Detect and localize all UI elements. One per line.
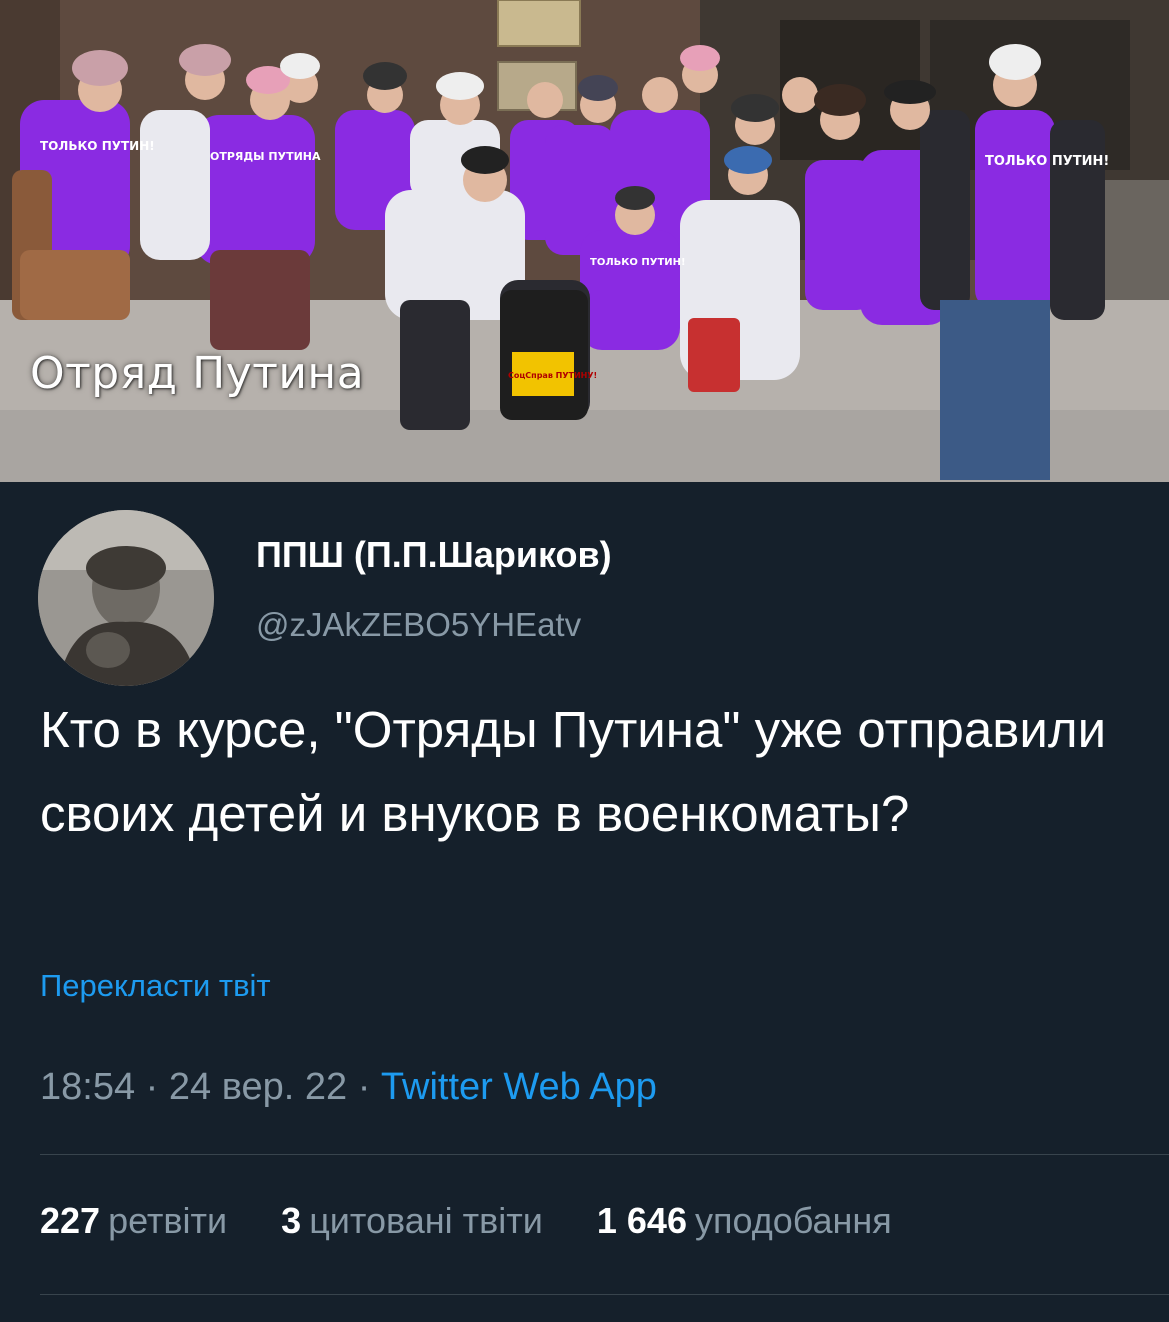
tweet-stats: 227 ретвіти 3 цитовані твіти 1 646 уподобан… xyxy=(40,1200,936,1242)
tweet-date[interactable]: 24 вер. 22 xyxy=(169,1066,347,1108)
tweet-source-link[interactable]: Twitter Web App xyxy=(381,1066,657,1108)
avatar-image xyxy=(38,510,214,686)
tweet-time[interactable]: 18:54 xyxy=(40,1066,135,1108)
meta-separator: · xyxy=(145,1066,159,1108)
display-name[interactable]: ППШ (П.П.Шариков) xyxy=(256,534,612,576)
quote-tweets-count: 3 xyxy=(281,1200,302,1241)
header-photo: ТОЛЬКО ПУТИН! ОТРЯДЫ ПУТИНА ТОЛЬКО ПУТИН… xyxy=(0,0,1169,482)
retweets-stat[interactable]: 227 ретвіти xyxy=(40,1200,227,1242)
shirt-print-text: ТОЛЬКО ПУТИН! xyxy=(40,139,155,153)
group-photo-illustration: ТОЛЬКО ПУТИН! ОТРЯДЫ ПУТИНА ТОЛЬКО ПУТИН… xyxy=(0,0,1169,482)
likes-count: 1 646 xyxy=(596,1200,687,1241)
user-handle[interactable]: @zJAkZEBO5YHEatv xyxy=(256,606,581,644)
tweet-meta: 18:54 · 24 вер. 22 · Twitter Web App xyxy=(40,1066,657,1109)
photo-caption: Отряд Путина xyxy=(30,348,365,399)
likes-label: уподобання xyxy=(694,1200,892,1241)
divider xyxy=(40,1154,1169,1155)
tweet-text: Кто в курсе, "Отряды Путина" уже отправи… xyxy=(40,701,1107,842)
tweet: ППШ (П.П.Шариков) @zJAkZEBO5YHEatv Кто в… xyxy=(0,482,1169,1322)
retweets-label: ретвіти xyxy=(108,1200,228,1241)
shirt-print-text: ТОЛЬКО ПУТИН! xyxy=(590,257,686,268)
divider xyxy=(40,1294,1169,1295)
quote-tweets-label: цитовані твіти xyxy=(309,1200,543,1241)
shirt-print-text: ТОЛЬКО ПУТИН! xyxy=(985,154,1109,169)
meta-separator: · xyxy=(357,1066,371,1108)
translate-tweet-link[interactable]: Перекласти твіт xyxy=(40,968,271,1004)
bag-print-text: СоцСправ ПУТИНУ! xyxy=(508,371,597,380)
avatar[interactable] xyxy=(38,510,214,686)
retweets-count: 227 xyxy=(40,1200,101,1241)
shirt-print-text: ОТРЯДЫ ПУТИНА xyxy=(210,150,321,163)
quote-tweets-stat[interactable]: 3 цитовані твіти xyxy=(281,1200,543,1242)
likes-stat[interactable]: 1 646 уподобання xyxy=(597,1200,892,1242)
